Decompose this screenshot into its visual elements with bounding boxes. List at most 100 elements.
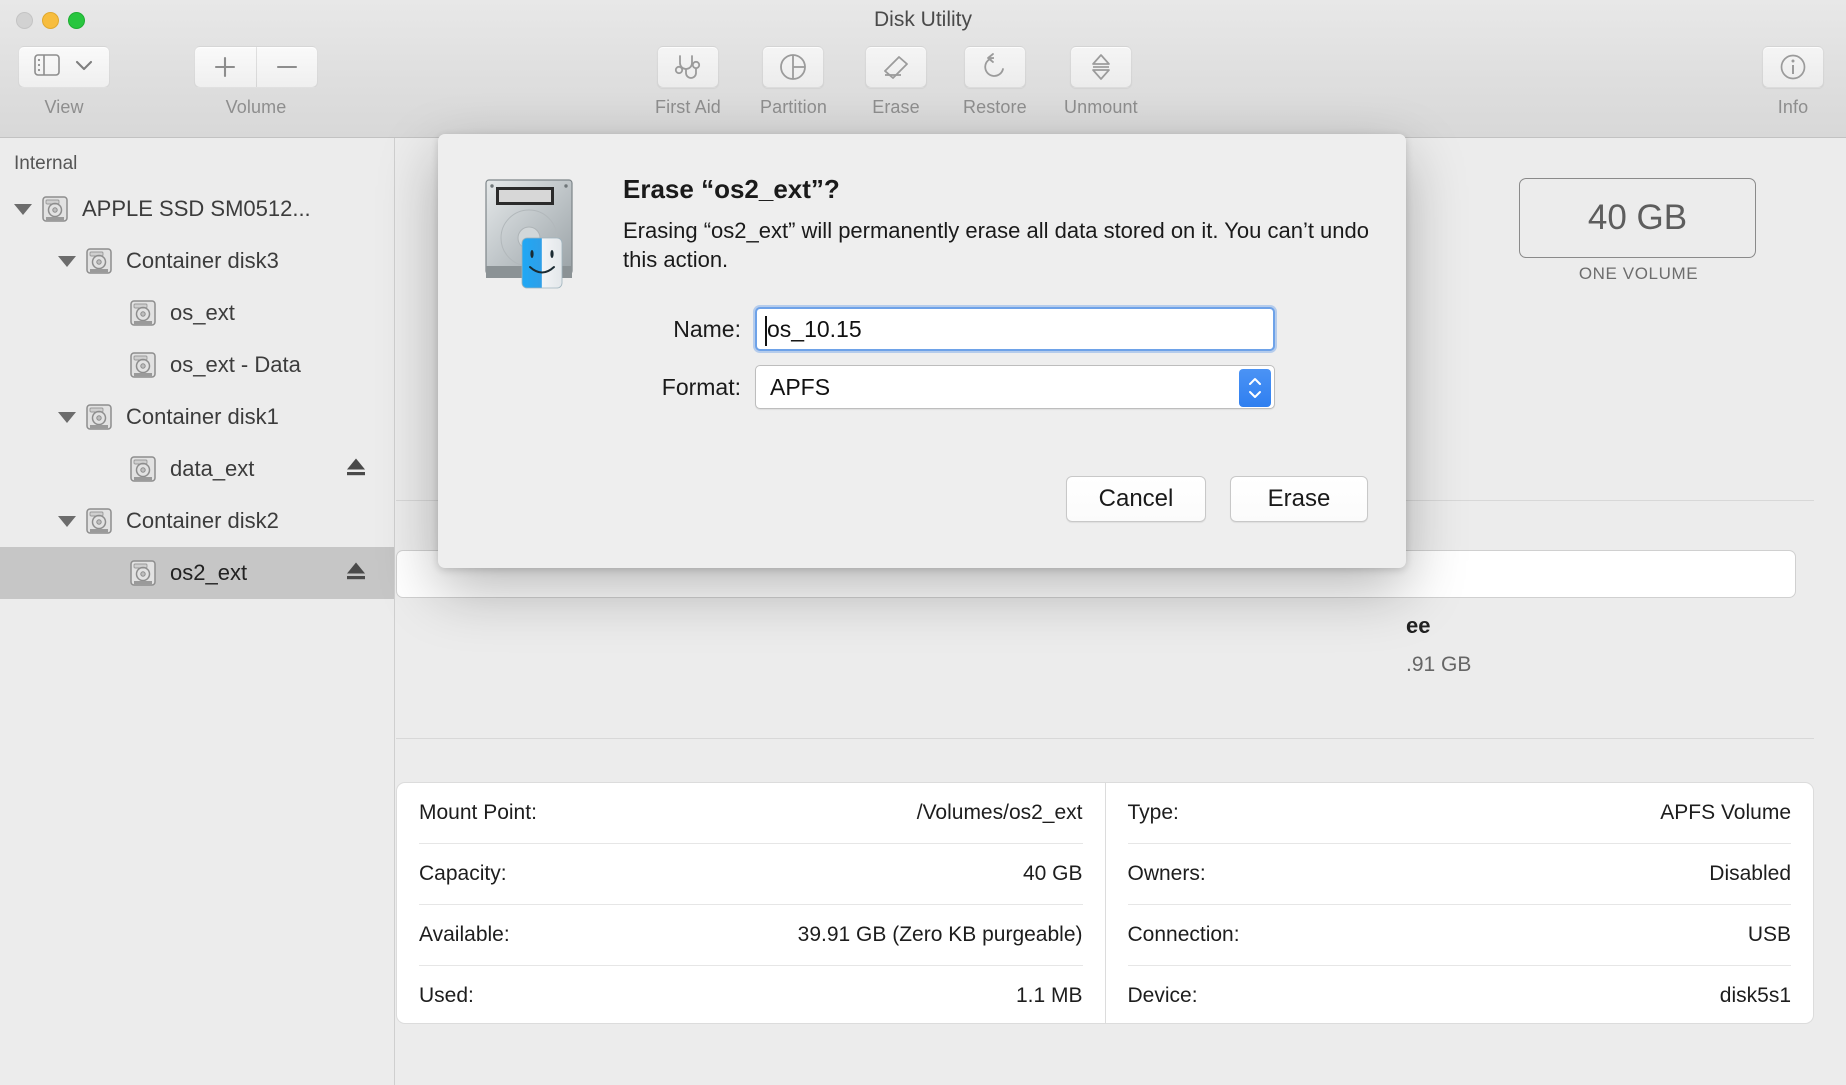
info-value: Disabled — [1709, 862, 1791, 885]
add-volume-button[interactable] — [195, 47, 256, 87]
eject-icon[interactable] — [344, 559, 368, 588]
erase-confirm-button[interactable]: Erase — [1230, 476, 1368, 522]
toolbar-group-unmount: Unmount — [1064, 46, 1138, 118]
text-caret — [765, 316, 767, 346]
info-column-left: Mount Point: /Volumes/os2_ext Capacity: 40 … — [397, 783, 1105, 1023]
disk-icon — [84, 506, 114, 536]
info-value: /Volumes/os2_ext — [916, 801, 1083, 824]
chevron-updown-icon — [1239, 369, 1271, 407]
sidebar-item-container-disk2[interactable]: Container disk2 — [0, 495, 394, 547]
info-key: Type: — [1127, 801, 1179, 824]
dialog-message: Erasing “os2_ext” will permanently erase… — [623, 218, 1369, 273]
sidebar-item-label: APPLE SSD SM0512... — [82, 196, 311, 221]
info-key: Capacity: — [419, 862, 507, 885]
finder-icon — [521, 237, 563, 289]
restore-icon — [984, 53, 1004, 77]
divider-bottom — [396, 738, 1814, 739]
partition-label: Partition — [760, 97, 827, 117]
free-value: .91 GB — [1406, 653, 1472, 676]
disclosure-triangle-icon[interactable] — [58, 515, 76, 527]
info-key: Used: — [419, 984, 474, 1007]
info-row: Device: disk5s1 — [1128, 966, 1792, 1026]
format-select-value: APFS — [770, 373, 831, 400]
sidebar: Internal APPLE SSD SM0512... Container di… — [0, 138, 395, 1085]
info-row: Type: APFS Volume — [1127, 783, 1791, 844]
sidebar-item-label: Container disk2 — [126, 508, 279, 533]
name-label: Name: — [673, 315, 741, 342]
remove-volume-button[interactable] — [255, 47, 318, 87]
info-value: USB — [1747, 923, 1791, 946]
partition-button[interactable] — [762, 46, 825, 88]
info-value: 1.1 MB — [1015, 984, 1083, 1007]
sidebar-item-label: os_ext — [170, 300, 235, 325]
disk-icon — [84, 402, 114, 432]
name-field-row: Name: os_10.15 — [618, 307, 1275, 351]
sidebar-item-data-ext[interactable]: data_ext — [0, 443, 394, 495]
sidebar-item-container-disk3[interactable]: Container disk3 — [0, 235, 394, 287]
sidebar-item-container-disk1[interactable]: Container disk1 — [0, 391, 394, 443]
free-label: ee — [1406, 613, 1431, 638]
sidebar-icon — [34, 53, 60, 81]
sidebar-item-label: Container disk3 — [126, 248, 279, 273]
sidebar-section-header: Internal — [14, 153, 78, 174]
disk-icon — [84, 246, 114, 276]
info-row: Used: 1.1 MB — [419, 966, 1083, 1026]
info-button[interactable] — [1762, 46, 1824, 88]
info-value: 40 GB — [1022, 862, 1083, 885]
disclosure-triangle-icon[interactable] — [58, 411, 76, 423]
toolbar-group-partition: Partition — [760, 46, 827, 118]
sidebar-item-apple-ssd-sm0512[interactable]: APPLE SSD SM0512... — [0, 183, 394, 235]
erase-button[interactable] — [865, 46, 927, 88]
plus-icon — [215, 56, 236, 78]
chevron-down-icon — [74, 58, 94, 77]
volume-label: Volume — [225, 97, 287, 117]
sidebar-item-label: os2_ext — [170, 560, 248, 585]
info-value: disk5s1 — [1719, 984, 1791, 1007]
sidebar-item-os-ext-data[interactable]: os_ext - Data — [0, 339, 394, 391]
cancel-button[interactable]: Cancel — [1066, 476, 1206, 522]
pie-chart-icon — [780, 54, 807, 80]
volume-segmented-control — [194, 46, 318, 88]
unmount-button[interactable] — [1069, 46, 1132, 88]
info-row: Owners: Disabled — [1127, 844, 1791, 905]
info-label: Info — [1777, 97, 1809, 117]
disclosure-triangle-icon[interactable] — [58, 255, 76, 267]
info-row: Connection: USB — [1127, 905, 1791, 966]
dialog-title: Erase “os2_ext”? — [623, 174, 840, 204]
info-column-right: Type: APFS Volume Owners: Disabled Connectio… — [1104, 783, 1814, 1026]
restore-label: Restore — [963, 97, 1027, 117]
toolbar-group-first-aid: First Aid — [655, 46, 721, 118]
disk-icon — [128, 298, 158, 328]
info-row: Available: 39.91 GB (Zero KB purgeable) — [419, 905, 1083, 966]
window-title: Disk Utility — [874, 8, 972, 31]
minus-icon — [276, 65, 297, 69]
name-input-value: os_10.15 — [767, 315, 862, 342]
first-aid-button[interactable] — [656, 46, 719, 88]
toolbar-group-volume: Volume — [194, 46, 318, 118]
restore-button[interactable] — [963, 46, 1026, 88]
disk-icon — [128, 350, 158, 380]
erase-icon — [884, 56, 908, 79]
sidebar-item-label: Container disk1 — [126, 404, 279, 429]
view-button[interactable] — [18, 46, 110, 88]
info-row: Capacity: 40 GB — [419, 844, 1083, 905]
info-row: Mount Point: /Volumes/os2_ext — [419, 783, 1083, 844]
info-value: APFS Volume — [1660, 801, 1791, 824]
sidebar-list: APPLE SSD SM0512... Container disk3 os_ext… — [0, 183, 394, 599]
info-value: 39.91 GB (Zero KB purgeable) — [797, 923, 1083, 946]
toolbar-group-view: View — [18, 46, 110, 118]
first-aid-label: First Aid — [655, 97, 721, 117]
sidebar-item-os2-ext[interactable]: os2_ext — [0, 547, 394, 599]
name-input[interactable]: os_10.15 — [755, 307, 1275, 351]
sidebar-item-label: os_ext - Data — [170, 352, 301, 377]
info-key: Connection: — [1127, 923, 1240, 946]
sidebar-item-os-ext[interactable]: os_ext — [0, 287, 394, 339]
format-select[interactable]: APFS — [755, 365, 1275, 409]
info-key: Device: — [1127, 984, 1198, 1007]
stethoscope-icon — [674, 55, 701, 79]
eject-icon[interactable] — [344, 455, 368, 484]
unmount-label: Unmount — [1064, 97, 1138, 117]
info-key: Available: — [419, 923, 510, 946]
view-label: View — [44, 97, 84, 117]
disclosure-triangle-icon[interactable] — [14, 203, 32, 215]
